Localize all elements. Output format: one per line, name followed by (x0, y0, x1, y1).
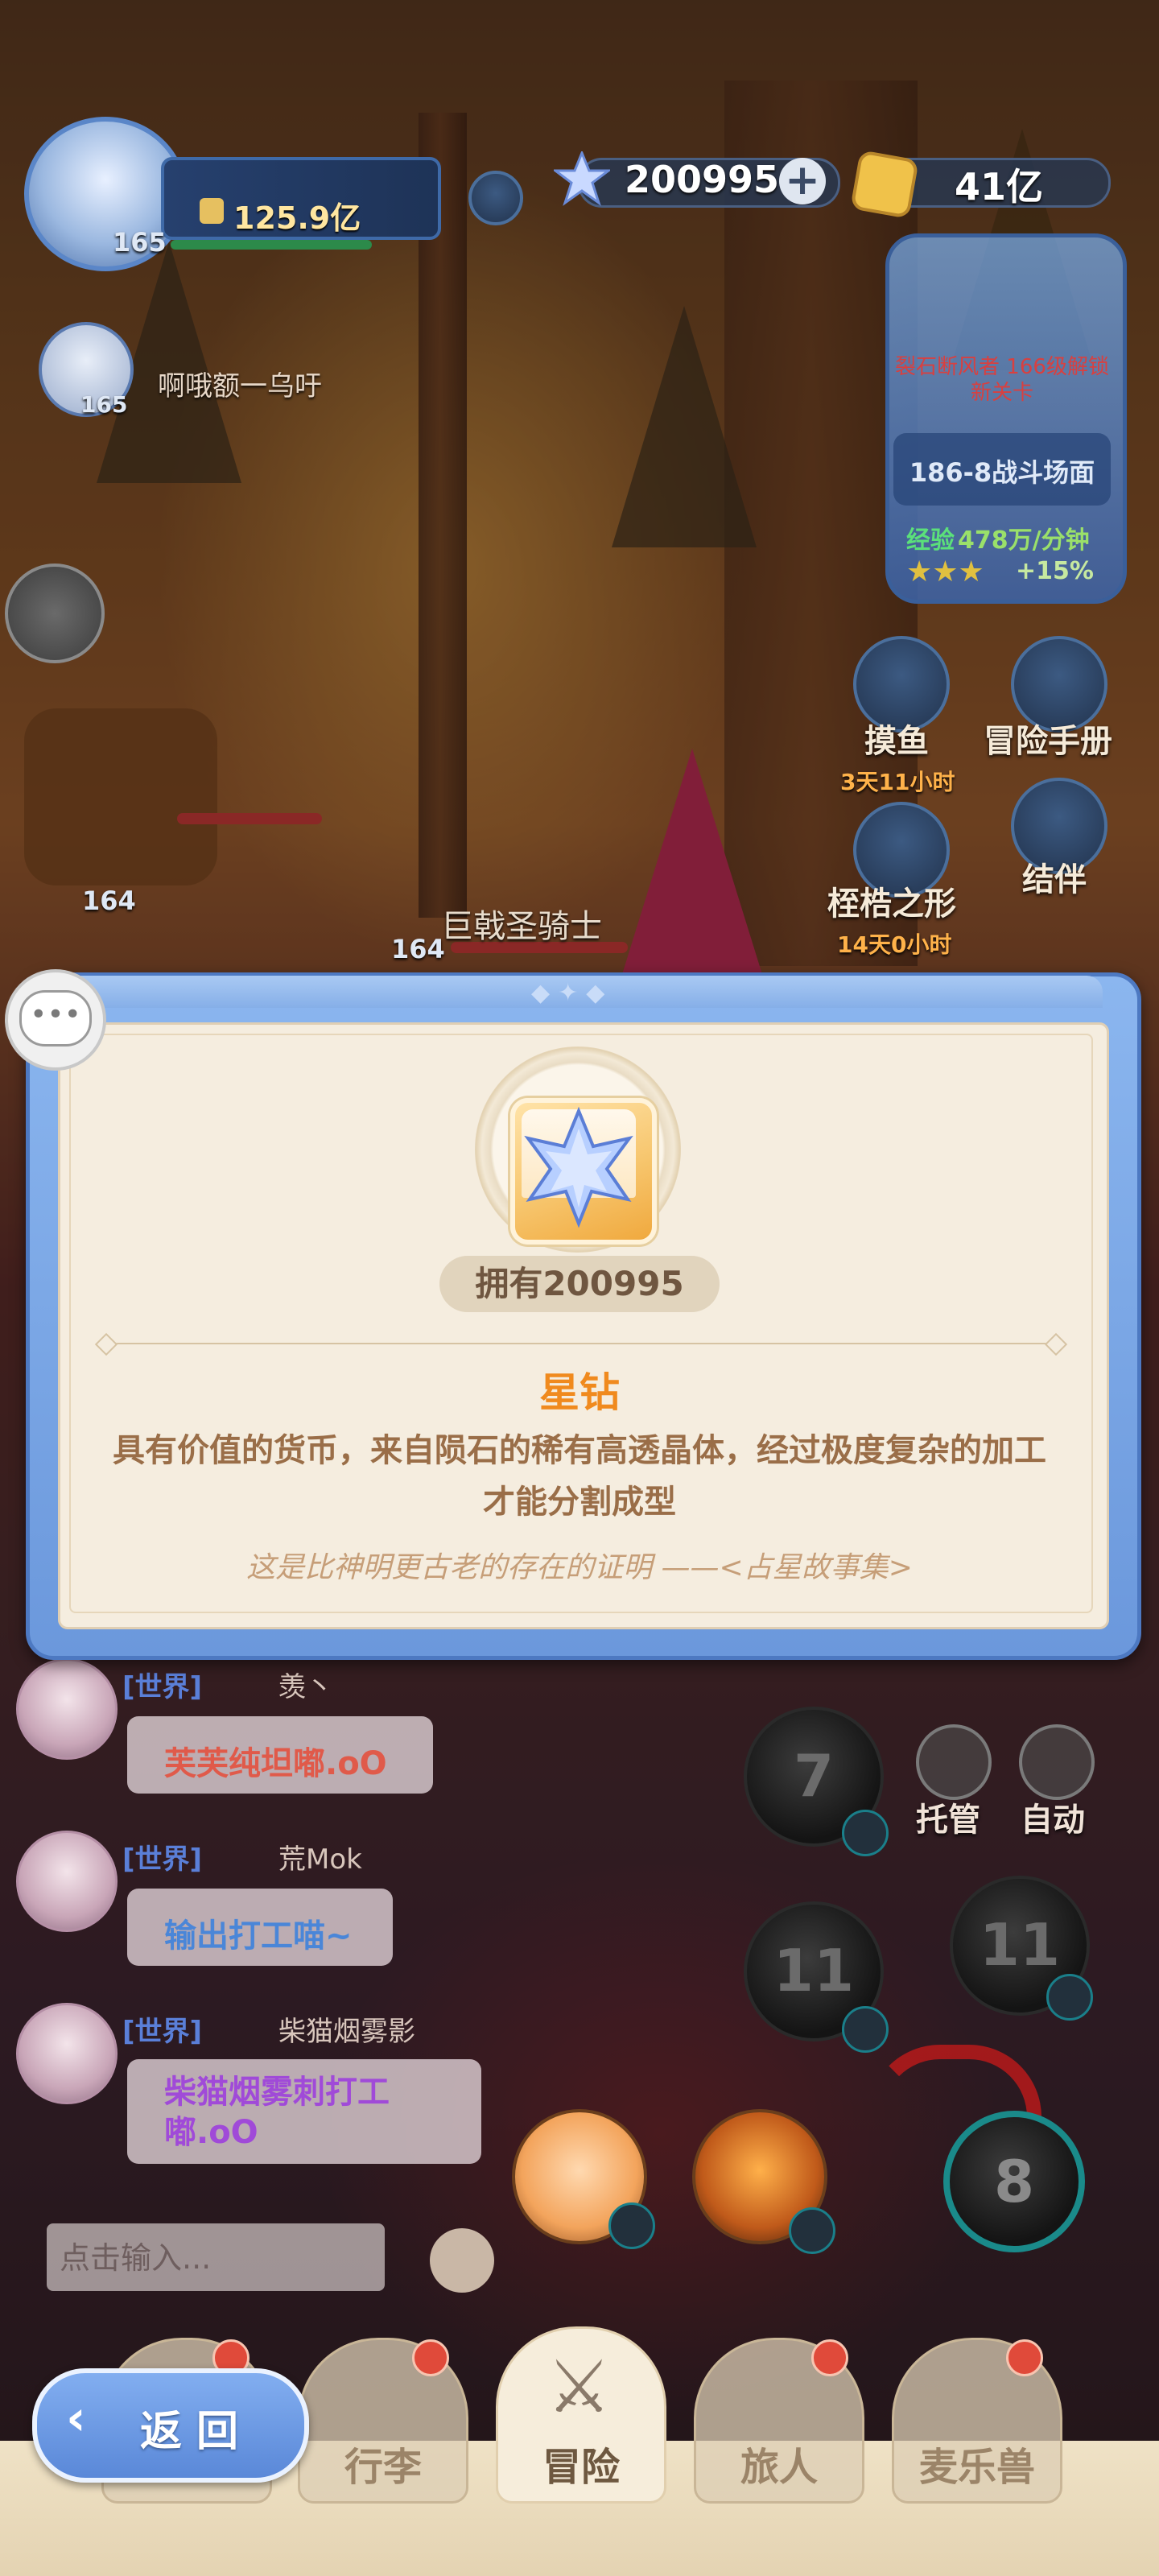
gear-icon[interactable] (1019, 1724, 1095, 1800)
fishing-time: 3天11小时 (840, 769, 955, 795)
auto-label: 自动 (1021, 1802, 1085, 1839)
item-name: 星钻 (539, 1369, 620, 1416)
skill-cooldown: 11 (773, 1937, 855, 2004)
tab-luggage-label: 行李 (344, 2445, 422, 2490)
ally-name: 啊哦额一乌吁 (158, 370, 322, 402)
chat-input[interactable] (47, 2223, 383, 2293)
crossed-swords-icon: ⚔ (547, 2345, 612, 2429)
refresh-icon (789, 2207, 835, 2254)
tab-travelers-label: 旅人 (740, 2445, 818, 2490)
ultimate-cooldown: 8 (993, 2148, 1035, 2215)
add-gem-button[interactable]: + (779, 158, 826, 204)
shackle-label: 桎梏之形 (827, 886, 956, 923)
notification-dot (811, 2339, 848, 2376)
tab-melebeast-label: 麦乐兽 (918, 2445, 1035, 2490)
fishing-label: 摸鱼 (864, 723, 929, 760)
refresh-icon (608, 2202, 655, 2249)
stage-stars: ★★★ (906, 555, 984, 588)
exp-rate: 478万/分钟 (958, 526, 1090, 555)
modal-divider (105, 1343, 1054, 1344)
adventure-book-label: 冒险手册 (984, 723, 1112, 760)
ultimate-skill-button[interactable]: 8 (943, 2111, 1085, 2252)
chat-username: 柴猫烟雾影 (278, 2016, 415, 2048)
item-flavor-text: 这是比神明更古老的存在的证明 ——<占星故事集> (246, 1551, 913, 1584)
star-gem-icon (551, 150, 612, 208)
star-gem-icon (517, 1104, 641, 1228)
notification-dot (412, 2339, 449, 2376)
chat-message: 芙芙纯坦嘟.oO (164, 1745, 387, 1782)
item-description: 具有价值的货币，来自陨石的稀有高透晶体，经过极度复杂的加工才能分割成型 (113, 1432, 1046, 1521)
back-label: 返回 (140, 2408, 254, 2456)
player-level: 165 (113, 227, 167, 258)
chat-input-wrapper (47, 2223, 385, 2293)
chat-channel: [世界] (122, 2016, 203, 2048)
power-icon (200, 198, 224, 224)
exp-label: 经验 (906, 526, 955, 555)
chat-username: 荒Mok (278, 1843, 362, 1876)
back-button[interactable]: ‹ 返回 (32, 2368, 309, 2483)
gold-count: 41亿 (955, 165, 1044, 208)
ornament-icon: ◆✦◆ (531, 979, 613, 1007)
notification-dot (1006, 2339, 1043, 2376)
chat-avatar[interactable] (16, 1831, 118, 1932)
chat-icon: ••• (19, 990, 92, 1046)
unlock-hint: 裂石断风者 166级解锁新关卡 (895, 355, 1109, 405)
tab-adventure-label: 冒险 (542, 2445, 620, 2490)
chat-message: 柴猫烟雾刺打工嘟.oO (164, 2074, 390, 2151)
unit-level: 164 (82, 886, 136, 916)
chat-message: 输出打工喵~ (164, 1918, 353, 1955)
exp-bonus: +15% (1016, 557, 1094, 585)
skill-cooldown: 7 (793, 1742, 835, 1810)
tab-adventure[interactable]: ⚔ 冒险 (496, 2326, 666, 2504)
back-arrow-icon: ‹ (66, 2390, 86, 2446)
owned-count-pill: 拥有200995 (439, 1256, 720, 1312)
gem-count: 200995 (625, 158, 780, 201)
shackle-time: 14天0小时 (837, 931, 952, 958)
auto-manage-label: 托管 (916, 1802, 980, 1839)
ally-level: 165 (80, 391, 128, 418)
auto-manage-icon[interactable] (916, 1724, 992, 1800)
chat-bubble-button[interactable]: ••• (5, 969, 106, 1071)
exp-bar (171, 240, 372, 250)
gold-coin-icon (850, 150, 919, 219)
chat-channel: [世界] (122, 1671, 203, 1703)
enemy-level: 164 (391, 934, 445, 964)
refresh-icon (1046, 1974, 1093, 2021)
skill-cooldown: 11 (979, 1911, 1061, 1979)
partner-label: 结伴 (1022, 861, 1087, 898)
emoji-button[interactable] (430, 2228, 494, 2293)
chat-username: 羡丶 (278, 1671, 333, 1703)
chat-channel: [世界] (122, 1843, 203, 1876)
chat-avatar[interactable] (16, 1658, 118, 1760)
stage-name: 186-8战斗场面 (909, 457, 1095, 488)
guild-icon[interactable] (468, 171, 523, 225)
refresh-icon (842, 1810, 889, 1856)
chat-avatar[interactable] (16, 2003, 118, 2104)
owned-count: 拥有200995 (475, 1264, 684, 1303)
power-value: 125.9亿 (233, 200, 361, 236)
pet-icon[interactable] (5, 564, 105, 663)
refresh-icon (842, 2006, 889, 2053)
enemy-name: 巨戟圣骑士 (441, 908, 602, 945)
